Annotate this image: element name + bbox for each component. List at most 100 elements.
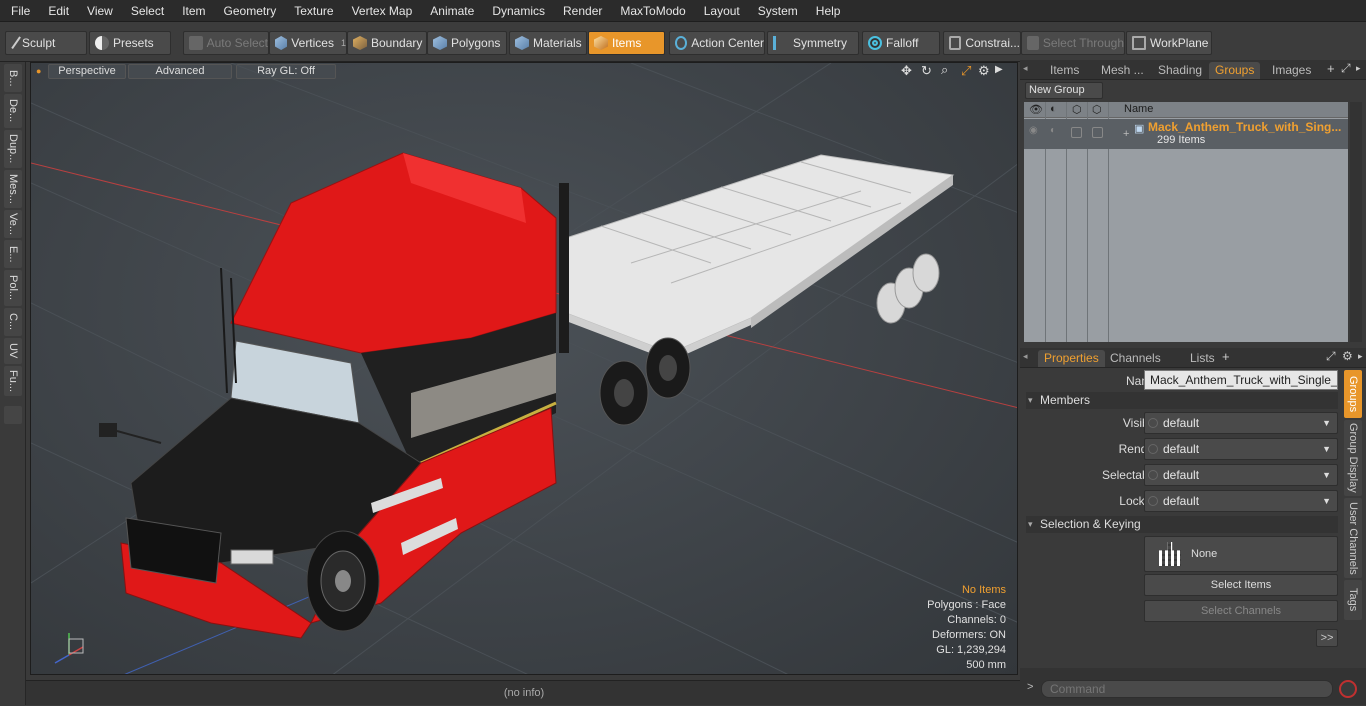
group-row[interactable]: ◉ ◐ + ▣ Mack_Anthem_Truck_with_Sing... 2… [1024,119,1348,149]
expand-panel-icon[interactable]: ⤢ [1341,61,1351,76]
menu-maxtomodo[interactable]: MaxToModo [609,4,692,18]
panel-arrow-icon[interactable]: ◂ [1023,63,1028,74]
add-tab-icon[interactable]: + [1327,61,1335,76]
chevron-down-icon: ▼ [1322,444,1331,454]
more-button[interactable]: >> [1316,629,1338,647]
select-items-button[interactable]: Select Items [1144,574,1338,596]
top-panel-tabs: ◂ Items Mesh ... Shading Groups Images +… [1020,60,1366,80]
left-tab-fusion[interactable]: Fu... [4,366,22,396]
vertices-button[interactable]: Vertices 1 [269,31,347,55]
menu-bar: File Edit View Select Item Geometry Text… [0,0,1366,22]
menu-animate[interactable]: Animate [419,4,481,18]
materials-button[interactable]: Materials [509,31,587,55]
visible-row: Visible default ▼ [1020,412,1340,434]
menu-vertex-map[interactable]: Vertex Map [341,4,420,18]
visible-dropdown[interactable]: default ▼ [1144,412,1338,434]
select-through-button[interactable]: Select Through [1021,31,1125,55]
side-tab-group-display[interactable]: Group Display [1344,420,1362,496]
render-dropdown[interactable]: default ▼ [1144,438,1338,460]
row-select-checkbox[interactable] [1092,127,1103,138]
menu-item[interactable]: Item [171,4,212,18]
axis-gizmo [54,633,84,664]
brush-icon [11,36,22,50]
command-input[interactable] [1041,680,1333,698]
boundary-button[interactable]: Boundary [347,31,427,55]
chevron-down-icon: ▼ [1322,418,1331,428]
row-render-icon[interactable]: ◐ [1050,125,1056,136]
left-tab-uv[interactable]: UV [4,338,22,364]
lock-icon: ⬡ [1072,104,1082,116]
items-button[interactable]: Items [588,31,665,55]
auto-select-button[interactable]: Auto Select [183,31,269,55]
tab-mesh[interactable]: Mesh ... [1095,62,1150,79]
properties-gear-icon[interactable]: ⚙ [1342,349,1353,363]
left-tab-mesh[interactable]: Mes... [4,170,22,208]
left-tab-basic[interactable]: B... [4,64,22,92]
tab-channels[interactable]: Channels [1104,350,1167,367]
menu-view[interactable]: View [76,4,120,18]
toolbar: Sculpt Presets Auto Select Vertices 1 Bo… [0,22,1366,62]
materials-icon [515,36,529,50]
menu-texture[interactable]: Texture [283,4,340,18]
none-button[interactable]: None [1144,536,1338,572]
bottom-panel-arrow-icon[interactable]: ◂ [1023,351,1028,362]
members-section[interactable]: ▾ Members [1026,392,1338,409]
command-prompt-icon: > [1027,681,1034,693]
symmetry-button[interactable]: Symmetry [767,31,859,55]
constraints-button[interactable]: Constrai... [943,31,1021,55]
menu-edit[interactable]: Edit [37,4,76,18]
menu-layout[interactable]: Layout [693,4,747,18]
side-tab-user-channels[interactable]: User Channels [1344,498,1362,578]
name-field[interactable]: Mack_Anthem_Truck_with_Single_Dro [1144,370,1338,390]
add-properties-tab-icon[interactable]: + [1222,349,1230,364]
properties-menu-icon[interactable]: ▸ [1358,351,1363,362]
side-tab-groups[interactable]: Groups [1344,370,1362,418]
expand-properties-icon[interactable]: ⤢ [1326,349,1336,364]
expand-icon[interactable]: + [1123,128,1129,140]
tab-shading[interactable]: Shading [1152,62,1208,79]
left-tab-duplicate[interactable]: Dup... [4,130,22,168]
left-tab-deform[interactable]: De... [4,94,22,128]
tab-lists[interactable]: Lists [1184,350,1221,367]
sculpt-button[interactable]: Sculpt [5,31,87,55]
tab-items[interactable]: Items [1044,62,1085,79]
row-lock-checkbox[interactable] [1071,127,1082,138]
record-icon[interactable] [1339,680,1357,698]
locked-dropdown[interactable]: default ▼ [1144,490,1338,512]
properties-panel: ◂ Properties Channels Lists + ⤢ ⚙ ▸ Name… [1020,348,1366,705]
side-tab-tags[interactable]: Tags [1344,580,1362,620]
left-tab-edge[interactable]: E... [4,240,22,268]
deformers-info: Deformers: ON [932,629,1006,641]
group-list-scrollbar[interactable] [1350,102,1362,342]
polygons-button[interactable]: Polygons [427,31,507,55]
select-channels-button[interactable]: Select Channels [1144,600,1338,622]
group-list-header: 👁 ◐ ⬡ ⬡ Name [1024,102,1348,118]
left-tab-curve[interactable]: C... [4,308,22,336]
panel-menu-icon[interactable]: ▸ [1356,63,1361,74]
tab-images[interactable]: Images [1266,62,1317,79]
group-icon: ▣ [1134,123,1145,135]
left-tab-polygon[interactable]: Pol... [4,270,22,306]
selection-keying-section[interactable]: ▾ Selection & Keying [1026,516,1338,533]
menu-render[interactable]: Render [552,4,609,18]
menu-geometry[interactable]: Geometry [213,4,284,18]
left-tab-toggle[interactable] [4,406,22,424]
row-eye-icon[interactable]: ◉ [1029,125,1038,136]
scene-render [31,63,1017,674]
menu-help[interactable]: Help [805,4,848,18]
left-tab-vertex[interactable]: Ve... [4,210,22,238]
tab-properties[interactable]: Properties [1038,350,1105,367]
action-center-button[interactable]: Action Center [669,31,765,55]
workplane-button[interactable]: WorkPlane [1126,31,1212,55]
new-group-button[interactable]: New Group [1025,82,1103,99]
menu-select[interactable]: Select [120,4,171,18]
menu-file[interactable]: File [0,4,37,18]
falloff-button[interactable]: Falloff [862,31,940,55]
menu-system[interactable]: System [747,4,805,18]
tab-groups[interactable]: Groups [1209,62,1261,79]
presets-button[interactable]: Presets [89,31,171,55]
menu-dynamics[interactable]: Dynamics [481,4,552,18]
3d-viewport[interactable]: ● Perspective Advanced Ray GL: Off ✥ ↻ ⌕… [30,62,1018,675]
selectable-dropdown[interactable]: default ▼ [1144,464,1338,486]
group-name: Mack_Anthem_Truck_with_Sing... [1148,120,1342,134]
